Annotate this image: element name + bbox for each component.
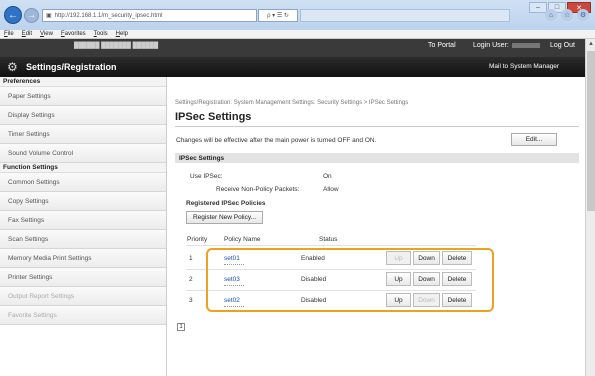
login-user-label: Login User: [473,42,509,49]
favorites-star-icon[interactable]: ☆ [561,9,573,21]
breadcrumb: Settings/Registration: System Management… [175,100,409,106]
restart-notice: Changes will be effective after the main… [176,137,377,144]
menu-tools[interactable]: Tools [94,31,108,37]
mail-to-system-manager-link[interactable]: Mail to System Manager [489,63,559,70]
menu-bar: File Edit View Favorites Tools Help [0,30,595,39]
menu-edit[interactable]: Edit [22,31,32,37]
registered-policies-heading: Registered IPSec Policies [186,200,266,207]
edit-button[interactable]: Edit... [511,133,557,146]
register-new-policy-button[interactable]: Register New Policy... [186,211,263,224]
to-portal-link[interactable]: To Portal [428,42,456,49]
menu-favorites[interactable]: Favorites [61,31,86,37]
browser-toolbar-right: ⌂ ☆ ⚙ [545,9,589,21]
scroll-up-icon[interactable]: ▲ [588,41,594,47]
sidebar-item-printer-settings[interactable]: Printer Settings [0,268,166,287]
sidebar-item-copy-settings[interactable]: Copy Settings [0,192,166,211]
row-priority: 3 [189,297,193,304]
policy-table-highlight [206,248,494,312]
sidebar-item-paper-settings[interactable]: Paper Settings [0,87,166,106]
sidebar-item-fax-settings[interactable]: Fax Settings [0,211,166,230]
sidebar-section-function-settings: Function Settings [0,163,166,173]
table-divider [186,245,476,246]
menu-view[interactable]: View [40,31,53,37]
home-icon[interactable]: ⌂ [545,9,557,21]
row-priority: 2 [189,276,193,283]
forward-button[interactable]: → [24,8,39,23]
page-header-top: ██████ ███████ ██████ To Portal Login Us… [0,39,585,57]
sidebar-item-output-report-settings[interactable]: Output Report Settings [0,287,166,306]
use-ipsec-label: Use IPSec: [190,173,223,180]
receive-non-policy-label: Receive Non-Policy Packets: [216,186,300,193]
sidebar-item-display-settings[interactable]: Display Settings [0,106,166,125]
forward-arrow-icon: → [26,10,37,21]
section-header-ipsec-settings: IPSec Settings [175,153,579,163]
address-tools[interactable]: ρ ▾ ☰ ↻ [258,9,298,22]
settings-gear-icon: ⚙ [7,60,18,74]
browser-tab[interactable] [300,9,510,22]
login-user-name-redacted [512,43,540,48]
address-bar[interactable]: ▣ http://192.168.1.1/m_security_ipsec.ht… [42,9,257,22]
gear-icon[interactable]: ⚙ [577,9,589,21]
sidebar-item-favorite-settings[interactable]: Favorite Settings [0,306,166,325]
row-priority: 1 [189,255,193,262]
column-header-policy-name: Policy Name [224,236,261,243]
menu-file[interactable]: File [4,31,14,37]
sidebar-item-scan-settings[interactable]: Scan Settings [0,230,166,249]
back-button[interactable]: ← [4,6,22,24]
sidebar-section-preferences: Preferences [0,77,166,87]
address-text: http://192.168.1.1/m_security_ipsec.html [54,12,163,19]
browser-titlebar: – □ ✕ ← → ▣ http://192.168.1.1/m_securit… [0,0,595,30]
sidebar-item-sound-volume-control[interactable]: Sound Volume Control [0,144,166,163]
app-title: Settings/Registration [26,62,117,72]
scrollbar-thumb[interactable] [587,51,595,211]
main-content: Settings/Registration: System Management… [168,77,585,376]
title-divider [175,126,579,127]
sidebar-item-common-settings[interactable]: Common Settings [0,173,166,192]
page-title: IPSec Settings [175,111,252,123]
device-name-redacted: ██████ ███████ ██████ [74,43,159,49]
sidebar: Preferences Paper Settings Display Setti… [0,77,167,376]
column-header-priority: Priority [187,236,208,243]
sidebar-item-memory-media-print-settings[interactable]: Memory Media Print Settings [0,249,166,268]
log-out-link[interactable]: Log Out [550,42,575,49]
receive-non-policy-value: Allow [323,186,339,193]
page-header-title-bar: ⚙ Settings/Registration Mail to System M… [0,57,585,77]
tab-strip[interactable] [300,9,510,22]
vertical-scrollbar[interactable]: ▲ [585,39,595,376]
back-arrow-icon: ← [8,9,18,21]
page-icon: ▣ [46,13,52,19]
use-ipsec-value: On [323,173,332,180]
column-header-status: Status [319,236,338,243]
menu-help[interactable]: Help [116,31,128,37]
page-number[interactable]: 1 [177,323,185,331]
sidebar-item-timer-settings[interactable]: Timer Settings [0,125,166,144]
